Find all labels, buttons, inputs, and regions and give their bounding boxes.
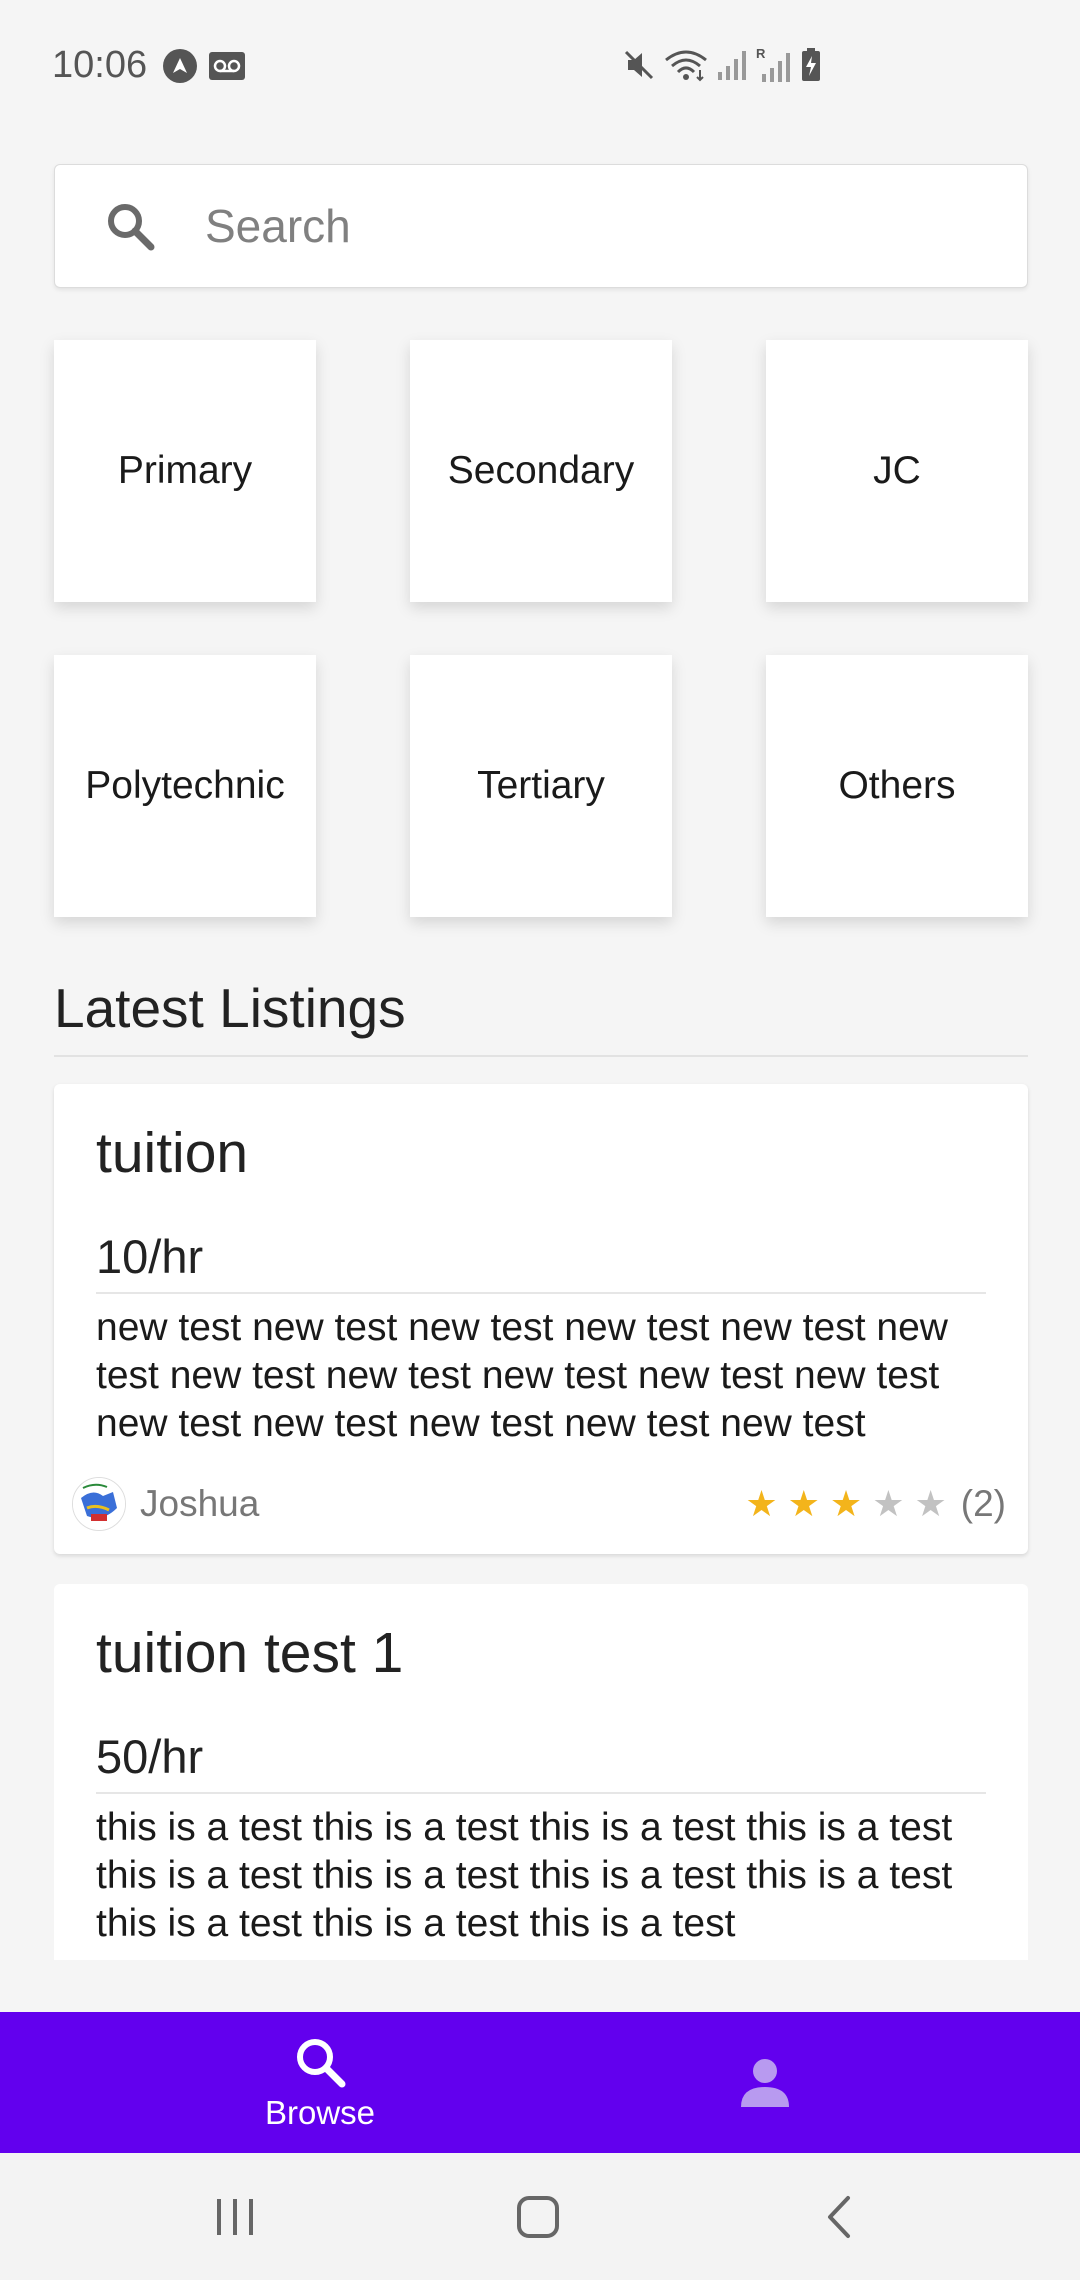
status-time: 10:06 bbox=[52, 44, 148, 86]
voicemail-icon bbox=[208, 50, 246, 87]
navigation-app-icon bbox=[162, 48, 198, 89]
listing-price: 50/hr bbox=[96, 1730, 204, 1783]
search-input[interactable] bbox=[205, 186, 965, 266]
browse-screen: 10:06 R Search Primary Secondary JC Poly… bbox=[0, 0, 1080, 2280]
star-filled-icon: ★ bbox=[829, 1483, 863, 1525]
listing-card[interactable]: tuition 10/hr new test new test new test… bbox=[54, 1084, 1028, 1554]
home-button[interactable] bbox=[478, 2153, 598, 2280]
author-name: Joshua bbox=[140, 1483, 260, 1524]
wifi-icon bbox=[664, 48, 708, 87]
signal-icon bbox=[716, 48, 748, 87]
back-button[interactable] bbox=[780, 2153, 900, 2280]
category-secondary[interactable]: Secondary bbox=[410, 340, 672, 602]
nav-browse-label: Browse bbox=[264, 2093, 376, 2131]
category-jc[interactable]: JC bbox=[766, 340, 1028, 602]
category-others[interactable]: Others bbox=[766, 655, 1028, 917]
listing-divider bbox=[96, 1292, 986, 1294]
person-icon bbox=[741, 2058, 789, 2107]
star-empty-icon: ★ bbox=[872, 1483, 905, 1525]
star-empty-icon: ★ bbox=[914, 1483, 947, 1525]
section-divider bbox=[54, 1055, 1028, 1057]
bottom-navigation: Browse bbox=[0, 2012, 1080, 2153]
search-icon bbox=[297, 2038, 346, 2087]
mute-icon bbox=[622, 48, 656, 87]
category-primary[interactable]: Primary bbox=[54, 340, 316, 602]
star-filled-icon: ★ bbox=[745, 1483, 778, 1525]
star-rating: ★ ★ ★ ★ ★ (2) bbox=[745, 1483, 1006, 1525]
recent-apps-button[interactable] bbox=[175, 2153, 295, 2280]
search-icon bbox=[55, 164, 205, 288]
section-title: Latest Listings bbox=[54, 977, 406, 1039]
status-left-icons bbox=[162, 48, 246, 89]
nav-profile[interactable] bbox=[700, 2012, 830, 2153]
review-count: (2) bbox=[960, 1483, 1006, 1524]
nav-browse[interactable]: Browse bbox=[240, 2012, 400, 2153]
roaming-label: R bbox=[756, 46, 766, 61]
recent-apps-icon bbox=[217, 2198, 253, 2235]
home-icon bbox=[517, 2195, 559, 2238]
listing-footer: Joshua ★ ★ ★ ★ ★ (2) bbox=[72, 1474, 1006, 1534]
listing-title: tuition test 1 bbox=[96, 1621, 404, 1685]
category-grid: Primary Secondary JC Polytechnic Tertiar… bbox=[54, 340, 1028, 940]
status-bar: 10:06 R bbox=[0, 0, 1080, 134]
status-right-icons: R bbox=[622, 46, 822, 89]
back-icon bbox=[828, 2195, 850, 2238]
avatar[interactable] bbox=[72, 1477, 126, 1531]
search-bar[interactable] bbox=[54, 164, 1028, 288]
listing-price: 10/hr bbox=[96, 1230, 204, 1283]
system-navigation-bar bbox=[0, 2153, 1080, 2280]
battery-charging-icon bbox=[800, 47, 822, 88]
roaming-signal-icon: R bbox=[756, 46, 792, 89]
category-polytechnic[interactable]: Polytechnic bbox=[54, 655, 316, 917]
listing-title: tuition bbox=[96, 1121, 249, 1185]
listing-divider bbox=[96, 1792, 986, 1794]
star-filled-icon: ★ bbox=[787, 1483, 820, 1525]
category-tertiary[interactable]: Tertiary bbox=[410, 655, 672, 917]
listing-description: new test new test new test new test new … bbox=[96, 1306, 948, 1445]
listing-description: this is a test this is a test this is a … bbox=[96, 1806, 953, 1945]
listing-card[interactable]: tuition test 1 50/hr this is a test this… bbox=[54, 1584, 1028, 1960]
avatar-image bbox=[73, 1478, 125, 1530]
